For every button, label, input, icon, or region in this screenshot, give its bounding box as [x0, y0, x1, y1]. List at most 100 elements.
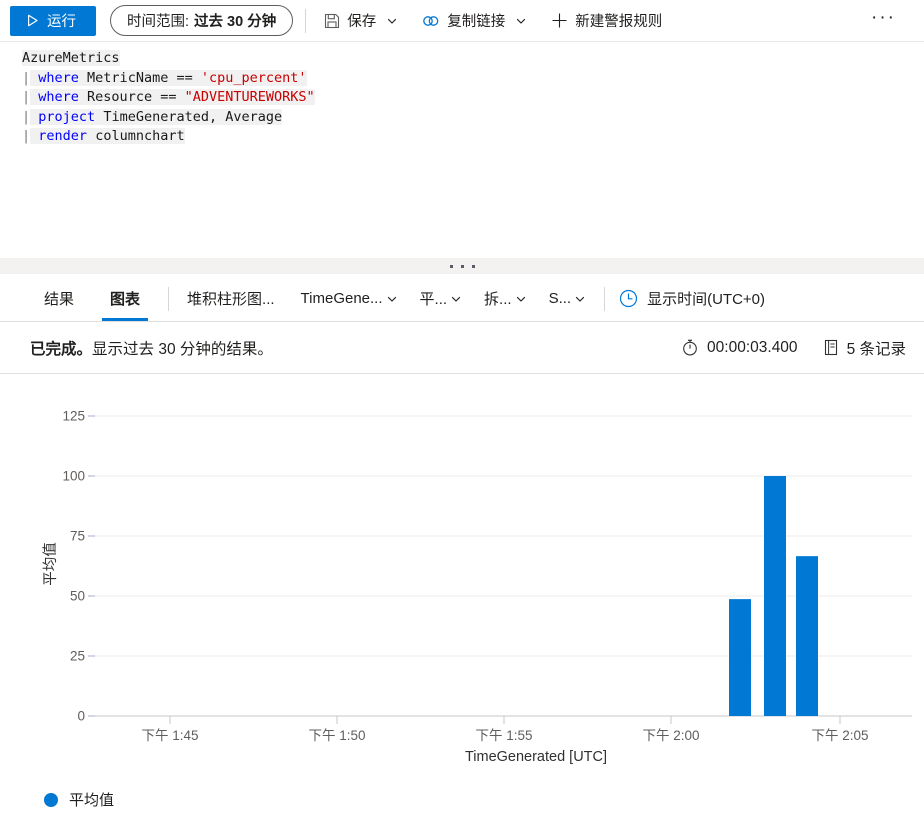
time-range-picker[interactable]: 时间范围: 过去 30 分钟 [110, 5, 294, 36]
tab-results[interactable]: 结果 [36, 276, 82, 321]
horizontal-splitter[interactable] [0, 258, 924, 274]
pipe-glyph: | [22, 108, 31, 125]
time-range-value: 过去 30 分钟 [194, 14, 277, 30]
y-axis-title: 平均值 [42, 542, 59, 586]
query-expr: MetricName == [78, 69, 201, 86]
query-expr: Resource == [78, 89, 185, 105]
query-string: 'cpu_percent' [200, 69, 307, 86]
time-range-prefix: 时间范围: [127, 14, 190, 30]
query-status-bar: 已完成。显示过去 30 分钟的结果。 00:00:03.400 5 条记录 [0, 322, 924, 374]
new-alert-rule-button[interactable]: 新建警报规则 [545, 5, 668, 37]
column-chart[interactable]: 0 25 50 75 100 125 下午 1:45 下午 1:50 下午 1:55 下午 2:… [0, 374, 924, 774]
save-disk-icon [324, 13, 340, 29]
query-line-5: | render columnchart [22, 127, 924, 147]
x-tick-label: 下午 1:45 [141, 728, 198, 743]
legend-label: 平均值 [69, 792, 115, 809]
tab-results-label: 结果 [44, 291, 75, 308]
chevron-down-icon[interactable] [386, 293, 398, 305]
query-line-4: | project TimeGenerated, Average [22, 108, 924, 128]
record-count-value: 5 条记录 [846, 340, 906, 358]
x-tick-label: 下午 1:55 [475, 728, 532, 743]
y-tick-label: 100 [62, 469, 85, 484]
y-tick-label: 25 [70, 649, 85, 664]
status-metrics: 00:00:03.400 5 条记录 [682, 337, 906, 359]
save-button[interactable]: 保存 [318, 5, 404, 37]
chart-yticks: 0 25 50 75 100 125 [62, 409, 85, 724]
chevron-down-icon[interactable] [574, 293, 586, 305]
aggregation-selector[interactable]: S... [545, 284, 591, 314]
records-icon [824, 339, 838, 356]
x-axis-selector[interactable]: TimeGene... [297, 284, 402, 314]
query-line-2: | where MetricName == 'cpu_percent' [22, 69, 924, 89]
query-expr: columnchart [87, 128, 185, 144]
chart-bar[interactable] [796, 556, 818, 716]
chart-bar[interactable] [729, 599, 751, 716]
pipe-glyph: | [22, 89, 31, 105]
legend-color-swatch [44, 792, 58, 807]
chevron-down-icon[interactable] [386, 15, 398, 27]
chart-legend[interactable]: 平均值 [44, 789, 114, 810]
query-keyword-where: where [38, 69, 79, 86]
split-by-selector[interactable]: 拆... [480, 284, 531, 314]
link-icon [422, 13, 440, 29]
chevron-down-icon[interactable] [450, 293, 462, 305]
new-alert-rule-label: 新建警报规则 [575, 14, 663, 30]
query-duration: 00:00:03.400 [682, 339, 798, 357]
timezone-button[interactable]: 显示时间(UTC+0) [619, 288, 765, 309]
pipe-glyph: | [22, 69, 31, 86]
status-done-label: 已完成。 [30, 340, 93, 358]
query-line-1: AzureMetrics [22, 49, 924, 69]
status-message: 已完成。显示过去 30 分钟的结果。 [30, 337, 273, 359]
x-axis-label: TimeGene... [300, 290, 383, 307]
record-count: 5 条记录 [824, 337, 906, 359]
query-keyword-project: project [38, 108, 96, 125]
play-icon [26, 14, 39, 27]
query-keyword-render: render [38, 128, 88, 144]
chart-xticks: 下午 1:45 下午 1:50 下午 1:55 下午 2:00 下午 2:05 [141, 716, 869, 743]
chart-type-label: 堆积柱形图... [187, 291, 275, 308]
x-axis-title: TimeGenerated [UTC] [465, 749, 607, 765]
query-duration-value: 00:00:03.400 [707, 338, 798, 356]
y-tick-label: 50 [70, 589, 85, 604]
timezone-label: 显示时间(UTC+0) [647, 291, 765, 308]
toolbar: 运行 时间范围: 过去 30 分钟 保存 复制链接 新建警报规则 ··· [0, 0, 924, 42]
chart-type-selector[interactable]: 堆积柱形图... [183, 284, 279, 314]
tabbar-divider-2 [604, 286, 606, 311]
timer-icon [682, 339, 698, 356]
y-tick-label: 75 [70, 529, 85, 544]
pipe-glyph: | [22, 128, 31, 144]
save-label: 保存 [347, 14, 377, 30]
query-keyword-where: where [38, 89, 79, 105]
split-by-label: 拆... [484, 291, 512, 308]
x-tick-label: 下午 1:50 [308, 728, 365, 743]
run-query-button[interactable]: 运行 [10, 5, 96, 36]
chart-gridlines [88, 415, 912, 717]
results-tabbar: 结果 图表 堆积柱形图... TimeGene... 平... 拆... S..… [0, 276, 924, 322]
clock-icon [619, 289, 638, 308]
status-detail: 显示过去 30 分钟的结果。 [92, 340, 273, 358]
chevron-down-icon[interactable] [515, 293, 527, 305]
tab-chart-label: 图表 [110, 291, 141, 308]
y-axis-selector[interactable]: 平... [416, 284, 467, 314]
query-line-3: | where Resource == "ADVENTUREWORKS" [22, 88, 924, 108]
chart-bar[interactable] [764, 476, 786, 716]
more-options-button[interactable]: ··· [871, 8, 896, 33]
x-tick-label: 下午 2:05 [811, 728, 868, 743]
copy-link-button[interactable]: 复制链接 [416, 5, 533, 37]
toolbar-divider-1 [305, 8, 307, 33]
query-editor[interactable]: AzureMetrics | where MetricName == 'cpu_… [0, 42, 924, 258]
aggregation-label: S... [548, 290, 572, 307]
tabbar-divider [168, 286, 170, 311]
log-analytics-query-page: 运行 时间范围: 过去 30 分钟 保存 复制链接 新建警报规则 ··· Azu… [0, 0, 924, 818]
x-tick-label: 下午 2:00 [642, 728, 699, 743]
chart-container: 0 25 50 75 100 125 下午 1:45 下午 1:50 下午 1:55 下午 2:… [0, 374, 924, 818]
y-axis-label: 平... [419, 291, 448, 308]
run-query-label: 运行 [47, 14, 76, 30]
query-table-name: AzureMetrics [22, 50, 120, 66]
query-expr: TimeGenerated, Average [95, 108, 283, 125]
y-tick-label: 0 [77, 709, 85, 724]
chevron-down-icon[interactable] [515, 15, 527, 27]
tab-chart[interactable]: 图表 [102, 276, 149, 321]
query-string: "ADVENTUREWORKS" [184, 89, 315, 105]
plus-icon [551, 12, 568, 29]
